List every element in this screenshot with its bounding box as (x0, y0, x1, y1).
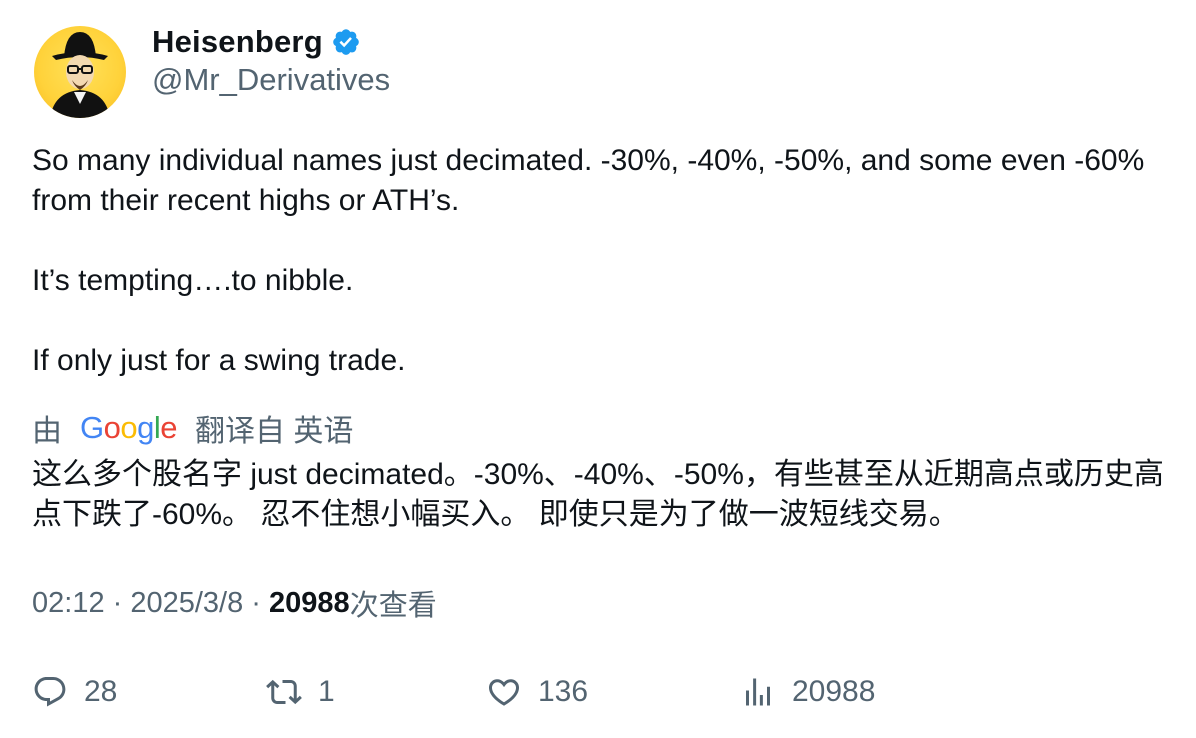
tweet-paragraph: If only just for a swing trade. (32, 344, 406, 377)
views-stat: 20988 (792, 675, 876, 708)
display-name[interactable]: Heisenberg (152, 24, 323, 60)
translation-source-language[interactable]: 翻译自 英语 (195, 406, 353, 450)
retweet-icon (266, 679, 302, 705)
verified-badge-icon[interactable] (331, 27, 361, 57)
retweet-button[interactable]: 1 (266, 670, 335, 714)
action-bar: 28 1 136 20988 (32, 670, 1172, 714)
meta-separator: · (243, 586, 270, 619)
views-label: 次查看 (349, 590, 437, 622)
heisenberg-avatar-icon (50, 32, 110, 118)
bar-chart-icon (746, 678, 770, 706)
tweet-time[interactable]: 02:12 (32, 587, 105, 620)
retweet-count: 1 (318, 675, 335, 708)
heart-icon (488, 679, 520, 706)
author-name-row: Heisenberg (152, 22, 361, 62)
tweet-text: So many individual names just decimated.… (32, 141, 1172, 381)
translated-text: 这么多个股名字 just decimated。-30%、-40%、-50%，有些… (32, 458, 1164, 531)
tweet-date[interactable]: 2025/3/8 (130, 587, 243, 620)
views-count: 20988 (269, 586, 350, 619)
translation-prefix: 由 (32, 415, 62, 448)
meta-separator: · (104, 586, 131, 619)
reply-count: 28 (84, 675, 118, 708)
like-count: 136 (538, 675, 589, 708)
like-button[interactable]: 136 (486, 670, 588, 714)
tweet-paragraph: It’s tempting….to nibble. (32, 264, 354, 297)
tweet-meta: 02:12 · 2025/3/8 · 20988 次查看 (32, 583, 437, 623)
google-logo: Google (80, 410, 178, 445)
avatar[interactable] (34, 26, 126, 118)
reply-icon (34, 677, 66, 707)
author-handle[interactable]: @Mr_Derivatives (152, 62, 390, 98)
translation-attribution: 由 Google 翻译自 英语 (32, 408, 353, 448)
reply-button[interactable]: 28 (32, 670, 117, 714)
views-button[interactable]: 20988 (740, 670, 875, 714)
tweet-paragraph: So many individual names just decimated.… (32, 144, 1145, 217)
